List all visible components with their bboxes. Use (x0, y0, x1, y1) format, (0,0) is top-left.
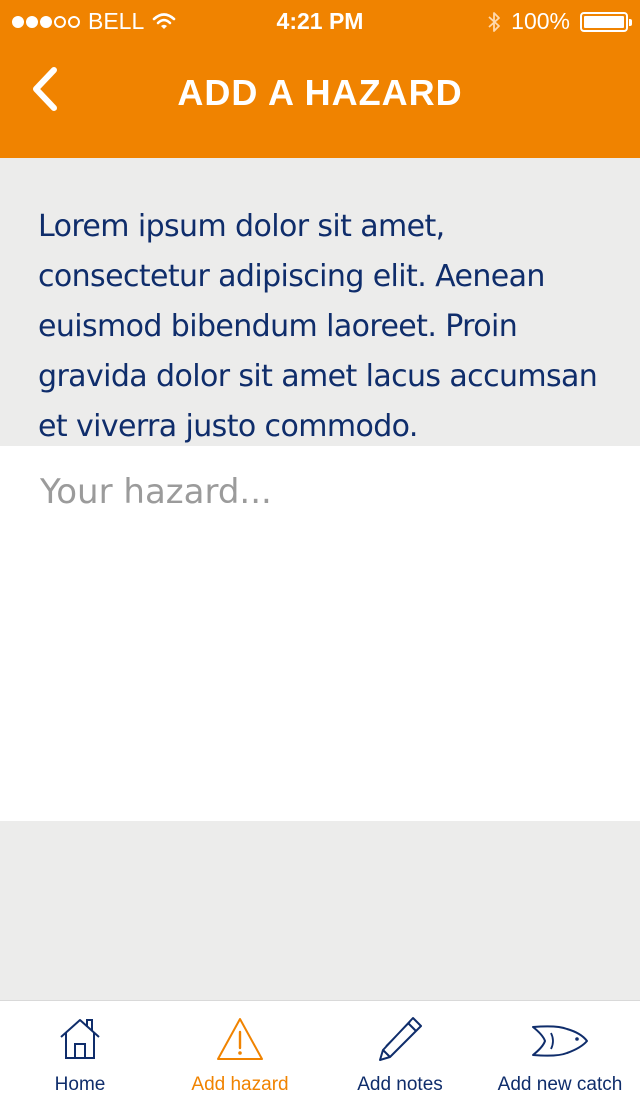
status-bar: BELL 4:21 PM 100% (0, 0, 640, 40)
tab-add-notes-label: Add notes (357, 1074, 443, 1095)
battery-icon (580, 11, 632, 32)
home-icon (60, 1019, 100, 1059)
status-right: 100% (487, 8, 632, 35)
tab-add-hazard-label: Add hazard (191, 1074, 289, 1095)
fish-icon (532, 1025, 588, 1057)
header-bar: BELL 4:21 PM 100% ADD A HAZARD (0, 0, 640, 158)
hazard-input[interactable] (0, 446, 640, 821)
page-title: ADD A HAZARD (177, 72, 463, 113)
hazard-editor (0, 446, 640, 821)
tab-add-notes[interactable]: Add notes (320, 1001, 480, 1098)
pencil-icon (379, 1017, 422, 1061)
tab-add-new-catch-label: Add new catch (497, 1074, 623, 1095)
intro-text: Lorem ipsum dolor sit amet, consectetur … (38, 209, 598, 444)
tab-home-label: Home (54, 1074, 106, 1095)
warning-icon (217, 1018, 263, 1060)
intro-panel: Lorem ipsum dolor sit amet, consectetur … (0, 158, 640, 446)
tab-add-hazard[interactable]: Add hazard (160, 1001, 320, 1098)
bluetooth-icon (488, 11, 501, 32)
tab-bar: Home Add hazard Add notes Add new catch (0, 1000, 640, 1098)
tab-add-new-catch[interactable]: Add new catch (480, 1001, 640, 1098)
battery-percent: 100% (511, 8, 570, 34)
tab-home[interactable]: Home (0, 1001, 160, 1098)
